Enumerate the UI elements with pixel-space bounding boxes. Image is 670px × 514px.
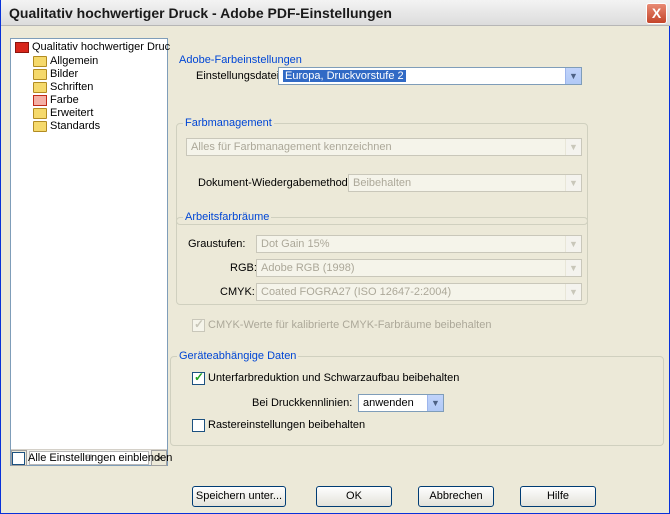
ok-button[interactable]: OK (316, 486, 392, 507)
ucr-gcr-checkbox[interactable] (192, 370, 205, 385)
transfer-functions-value: anwenden (363, 397, 414, 409)
cmyk-value: Coated FOGRA27 (ISO 12647-2:2004) (261, 286, 452, 298)
tree-root-label: Qualitativ hochwertiger Druc (32, 41, 171, 53)
transfer-functions-label: Bei Druckkennlinien: (252, 397, 353, 409)
settings-file-value: Europa, Druckvorstufe 2 (283, 70, 406, 82)
halftone-label[interactable]: Rastereinstellungen beibehalten (208, 418, 365, 432)
rgb-select[interactable]: Adobe RGB (1998) ▼ (256, 259, 582, 277)
help-button[interactable]: Hilfe (520, 486, 596, 507)
dialog-window: Qualitativ hochwertiger Druck - Adobe PD… (0, 0, 670, 514)
title-bar[interactable]: Qualitativ hochwertiger Druck - Adobe PD… (1, 0, 670, 26)
pdf-settings-icon (15, 42, 29, 53)
ucr-gcr-label[interactable]: Unterfarbreduktion und Schwarzaufbau bei… (208, 371, 459, 385)
rgb-value: Adobe RGB (1998) (261, 262, 355, 274)
chevron-down-icon[interactable]: ▼ (565, 260, 581, 276)
cmyk-label: CMYK: (220, 286, 255, 298)
tree-item-label: Bilder (50, 68, 79, 80)
cancel-button[interactable]: Abbrechen (418, 486, 494, 507)
folder-icon (33, 108, 47, 119)
chevron-down-icon[interactable]: ▼ (565, 236, 581, 252)
halftone-checkbox[interactable] (192, 419, 205, 432)
grayscale-select[interactable]: Dot Gain 15% ▼ (256, 235, 582, 253)
group-title: Adobe-Farbeinstellungen (177, 53, 304, 67)
preserve-cmyk-label: CMYK-Werte für kalibrierte CMYK-Farbräum… (208, 319, 492, 331)
color-management-policy-value: Alles für Farbmanagement kennzeichnen (191, 141, 392, 153)
chevron-down-icon[interactable]: ▼ (565, 139, 581, 155)
preserve-cmyk-checkbox[interactable] (192, 317, 205, 332)
tree-item-label: Standards (50, 120, 101, 132)
rendering-intent-value: Beibehalten (353, 177, 412, 189)
tree-item-label: Farbe (50, 94, 79, 106)
rgb-label: RGB: (230, 262, 257, 274)
chevron-down-icon[interactable]: ▼ (427, 395, 443, 411)
chevron-down-icon[interactable]: ▼ (565, 175, 581, 191)
chevron-down-icon[interactable]: ▼ (565, 68, 581, 84)
settings-file-select[interactable]: Europa, Druckvorstufe 2 ▼ (278, 67, 582, 85)
folder-icon (33, 82, 47, 93)
show-all-settings-label[interactable]: Alle Einstellungen einblenden (28, 451, 172, 465)
tree-item-label: Allgemein (50, 55, 99, 67)
group-title: Geräteabhängige Daten (177, 349, 299, 363)
settings-file-label: Einstellungsdatei: (196, 70, 283, 82)
group-title: Farbmanagement (183, 116, 274, 130)
cmyk-select[interactable]: Coated FOGRA27 (ISO 12647-2:2004) ▼ (256, 283, 582, 301)
close-button[interactable]: X (646, 3, 667, 24)
rendering-intent-select[interactable]: Beibehalten ▼ (348, 174, 582, 192)
folder-open-red-icon (33, 95, 47, 106)
group-title: Arbeitsfarbräume (183, 210, 272, 224)
grayscale-label: Graustufen: (188, 238, 246, 250)
show-all-settings-checkbox[interactable] (12, 452, 25, 465)
color-management-policy-select[interactable]: Alles für Farbmanagement kennzeichnen ▼ (186, 138, 582, 156)
tree-item-label: Erweitert (50, 107, 94, 119)
settings-tree[interactable]: Qualitativ hochwertiger Druc Allgemein B… (10, 38, 171, 466)
window-title: Qualitativ hochwertiger Druck - Adobe PD… (9, 5, 392, 21)
folder-icon (33, 69, 47, 80)
rendering-intent-label: Dokument-Wiedergabemethode: (198, 177, 357, 189)
folder-icon (33, 56, 47, 67)
grayscale-value: Dot Gain 15% (261, 238, 330, 250)
folder-icon (33, 121, 47, 132)
dialog-client-area: Qualitativ hochwertiger Druc Allgemein B… (4, 26, 668, 511)
chevron-down-icon[interactable]: ▼ (565, 284, 581, 300)
save-as-button[interactable]: Speichern unter... (192, 486, 286, 507)
tree-item-label: Schriften (50, 81, 94, 93)
transfer-functions-select[interactable]: anwenden ▼ (358, 394, 444, 412)
